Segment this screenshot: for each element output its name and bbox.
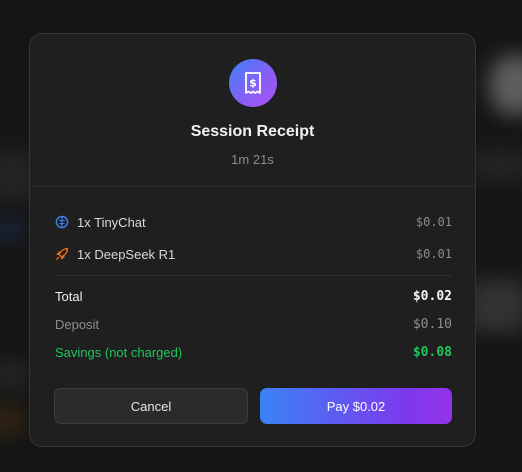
total-label: Total bbox=[55, 289, 83, 304]
line-item: 1x DeepSeek R1 $0.01 bbox=[55, 244, 452, 264]
background-panel bbox=[470, 150, 522, 180]
pay-button[interactable]: Pay $0.02 bbox=[260, 388, 452, 424]
cancel-button[interactable]: Cancel bbox=[54, 388, 248, 424]
background-panel bbox=[0, 220, 25, 240]
deposit-value: $0.10 bbox=[412, 317, 452, 332]
brain-icon bbox=[55, 215, 69, 229]
background-panel bbox=[0, 360, 30, 390]
divider bbox=[30, 186, 475, 187]
line-item: 1x TinyChat $0.01 bbox=[55, 212, 452, 232]
dialog-title: Session Receipt bbox=[190, 123, 315, 140]
rocket-icon bbox=[55, 247, 69, 261]
line-item-label: 1x TinyChat bbox=[77, 214, 146, 230]
line-item-price: $0.01 bbox=[415, 215, 452, 229]
session-receipt-dialog: $ Session Receipt 1m 21s 1x TinyChat $0.… bbox=[29, 33, 476, 447]
line-item-price: $0.01 bbox=[415, 247, 452, 261]
line-item-label: 1x DeepSeek R1 bbox=[77, 246, 176, 262]
session-duration: 1m 21s bbox=[231, 152, 274, 167]
deposit-label: Deposit bbox=[55, 317, 100, 332]
svg-text:$: $ bbox=[249, 77, 257, 90]
savings-row: Savings (not charged) $0.08 bbox=[55, 345, 452, 360]
deposit-row: Deposit $0.10 bbox=[55, 317, 452, 332]
savings-label: Savings (not charged) bbox=[55, 345, 183, 360]
receipt-icon: $ bbox=[229, 59, 277, 107]
background-panel bbox=[490, 55, 522, 115]
background-panel bbox=[468, 280, 522, 332]
savings-value: $0.08 bbox=[412, 345, 452, 360]
total-row: Total $0.02 bbox=[55, 289, 452, 304]
total-value: $0.02 bbox=[412, 289, 452, 304]
divider bbox=[55, 275, 452, 276]
background-panel bbox=[0, 405, 25, 435]
